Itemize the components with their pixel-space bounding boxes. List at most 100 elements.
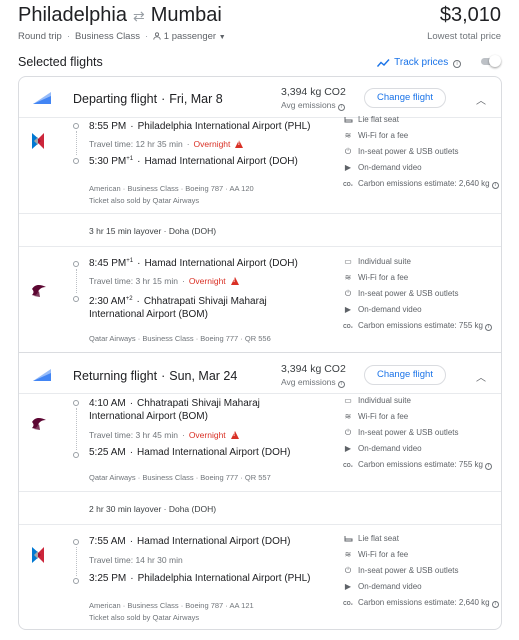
amenities-list: Lie flat seat ≋ Wi-Fi for a fee ⏻ In-seat …	[343, 115, 499, 192]
travel-duration: Travel time: 12 hr 35 min	[89, 139, 183, 149]
swap-arrows-icon: ⇄	[132, 8, 145, 24]
arr-airport: Hamad International Airport (DOH)	[144, 156, 298, 167]
seat-icon	[343, 534, 353, 543]
flight-meta: American · Business Class · Boeing 787 ·…	[89, 184, 254, 193]
track-prices-label: Track prices	[394, 57, 449, 68]
video-icon: ▶	[344, 444, 352, 453]
avg-emissions-label: Avg emissions	[281, 100, 336, 110]
departure-time: 4:10 AM · Chhatrapati Shivaji Maharaj Inte…	[89, 398, 260, 422]
departing-co2-note: Avg emissions i	[281, 100, 345, 111]
trend-icon	[377, 59, 390, 67]
arr-airport: Hamad International Airport (DOH)	[137, 447, 291, 458]
info-icon[interactable]: i	[337, 104, 345, 111]
travel-time: Travel time: 3 hr 45 min · Overnight	[89, 430, 239, 440]
amenity-item: On-demand video	[358, 305, 422, 314]
change-departing-button[interactable]: Change flight	[364, 88, 446, 108]
arr-time: 3:25 PM	[89, 573, 127, 584]
travel-time: Travel time: 3 hr 15 min · Overnight	[89, 276, 239, 286]
qatar-airways-logo	[32, 284, 46, 297]
amenity-item: In-seat power & USB outlets	[358, 147, 459, 156]
amenity-item: Carbon emissions estimate: 2,640 kg	[358, 598, 490, 607]
collapse-chevron-icon[interactable]: ︿	[476, 369, 486, 384]
amenity-item: On-demand video	[358, 163, 422, 172]
origin-city: Philadelphia	[18, 4, 127, 26]
flight-meta: Qatar Airways · Business Class · Boeing …	[89, 473, 271, 482]
info-icon[interactable]: i	[337, 381, 345, 388]
total-price: $3,010	[439, 4, 501, 26]
amenity-item: Wi-Fi for a fee	[358, 550, 409, 559]
returning-co2: 3,394 kg CO2	[281, 363, 346, 375]
timeline-dot	[73, 261, 79, 267]
route-title: Philadelphia ⇄ Mumbai	[18, 4, 222, 27]
departure-plane-icon	[33, 92, 51, 104]
flight-meta: Qatar Airways · Business Class · Boeing …	[89, 334, 271, 343]
info-icon[interactable]: i	[453, 60, 461, 68]
amenities-list: Lie flat seat ≋ Wi-Fi for a fee ⏻ In-seat …	[343, 534, 499, 611]
arr-airport: Philadelphia International Airport (PHL)	[137, 573, 311, 584]
arrival-time: 5:30 PM+1 · Hamad International Airport (D…	[89, 156, 298, 167]
qatar-airways-logo	[32, 417, 46, 430]
info-icon[interactable]: i	[484, 463, 492, 470]
power-plug-icon: ⏻	[344, 566, 352, 575]
collapse-chevron-icon[interactable]: ︿	[476, 92, 486, 107]
warning-icon	[230, 431, 239, 439]
co2-icon: CO₂	[343, 463, 353, 469]
amenities-list: ▭ Individual suite ≋ Wi-Fi for a fee ⏻ In-s…	[343, 396, 492, 473]
arr-time: 5:25 AM	[89, 447, 126, 458]
destination-city: Mumbai	[150, 4, 222, 26]
seat-icon	[343, 115, 353, 124]
departure-time: 8:45 PM+1 · Hamad International Airport (D…	[89, 258, 298, 269]
arrival-time: 2:30 AM+2 · Chhatrapati Shivaji Maharaj In…	[89, 296, 267, 320]
american-airlines-logo	[32, 133, 44, 149]
timeline-dot	[73, 400, 79, 406]
co2-icon: CO₂	[343, 601, 353, 607]
passengers-selector[interactable]: 1 passenger ▼	[153, 31, 226, 42]
trip-type[interactable]: Round trip	[18, 31, 62, 42]
amenity-item: Carbon emissions estimate: 755 kg	[358, 460, 483, 469]
wifi-icon: ≋	[344, 273, 352, 282]
dep-airport: Hamad International Airport (DOH)	[137, 536, 291, 547]
wifi-icon: ≋	[344, 131, 352, 140]
amenity-item: In-seat power & USB outlets	[358, 566, 459, 575]
track-prices-toggle[interactable]	[477, 55, 501, 67]
info-icon[interactable]: i	[484, 324, 492, 331]
timeline-dot	[73, 452, 79, 458]
departure-time: 8:55 PM · Philadelphia International Airpo…	[89, 121, 311, 132]
amenity-item: Lie flat seat	[358, 115, 399, 124]
return-plane-icon	[33, 369, 51, 381]
dropdown-caret-icon: ▼	[218, 34, 226, 41]
departure-time: 7:55 AM · Hamad International Airport (DOH…	[89, 536, 291, 547]
timeline-line	[75, 131, 77, 155]
suite-icon: ▭	[344, 257, 352, 266]
returning-label: Returning flight	[73, 369, 158, 383]
passengers-label: 1 passenger	[163, 31, 217, 42]
change-returning-button[interactable]: Change flight	[364, 365, 446, 385]
amenity-item: Wi-Fi for a fee	[358, 412, 409, 421]
info-icon[interactable]: i	[491, 601, 499, 608]
departing-title: Departing flight · Fri, Mar 8	[73, 92, 223, 106]
track-prices-link[interactable]: Track prices i	[377, 57, 461, 68]
departing-date: Fri, Mar 8	[169, 92, 223, 106]
amenity-item: In-seat power & USB outlets	[358, 428, 459, 437]
travel-time: Travel time: 12 hr 35 min · Overnight	[89, 139, 244, 149]
arr-time: 5:30 PM	[89, 156, 127, 167]
price-note: Lowest total price	[427, 31, 501, 42]
dep-time: 8:55 PM	[89, 121, 127, 132]
timeline-dot	[73, 578, 79, 584]
day-offset: +1	[126, 258, 134, 264]
travel-time: Travel time: 14 hr 30 min	[89, 555, 183, 565]
info-icon[interactable]: i	[491, 182, 499, 189]
cabin-class[interactable]: Business Class	[75, 31, 140, 42]
timeline-dot	[73, 296, 79, 302]
timeline-dot	[73, 123, 79, 129]
amenity-item: On-demand video	[358, 582, 422, 591]
timeline-line	[75, 547, 77, 576]
amenity-item: In-seat power & USB outlets	[358, 289, 459, 298]
video-icon: ▶	[344, 582, 352, 591]
co2-icon: CO₂	[343, 324, 353, 330]
arr-time: 2:30 AM	[89, 296, 126, 307]
arrival-time: 3:25 PM · Philadelphia International Airpo…	[89, 573, 311, 584]
amenity-item: Individual suite	[358, 396, 411, 405]
amenity-item: Carbon emissions estimate: 2,640 kg	[358, 179, 490, 188]
warning-icon	[230, 277, 239, 285]
